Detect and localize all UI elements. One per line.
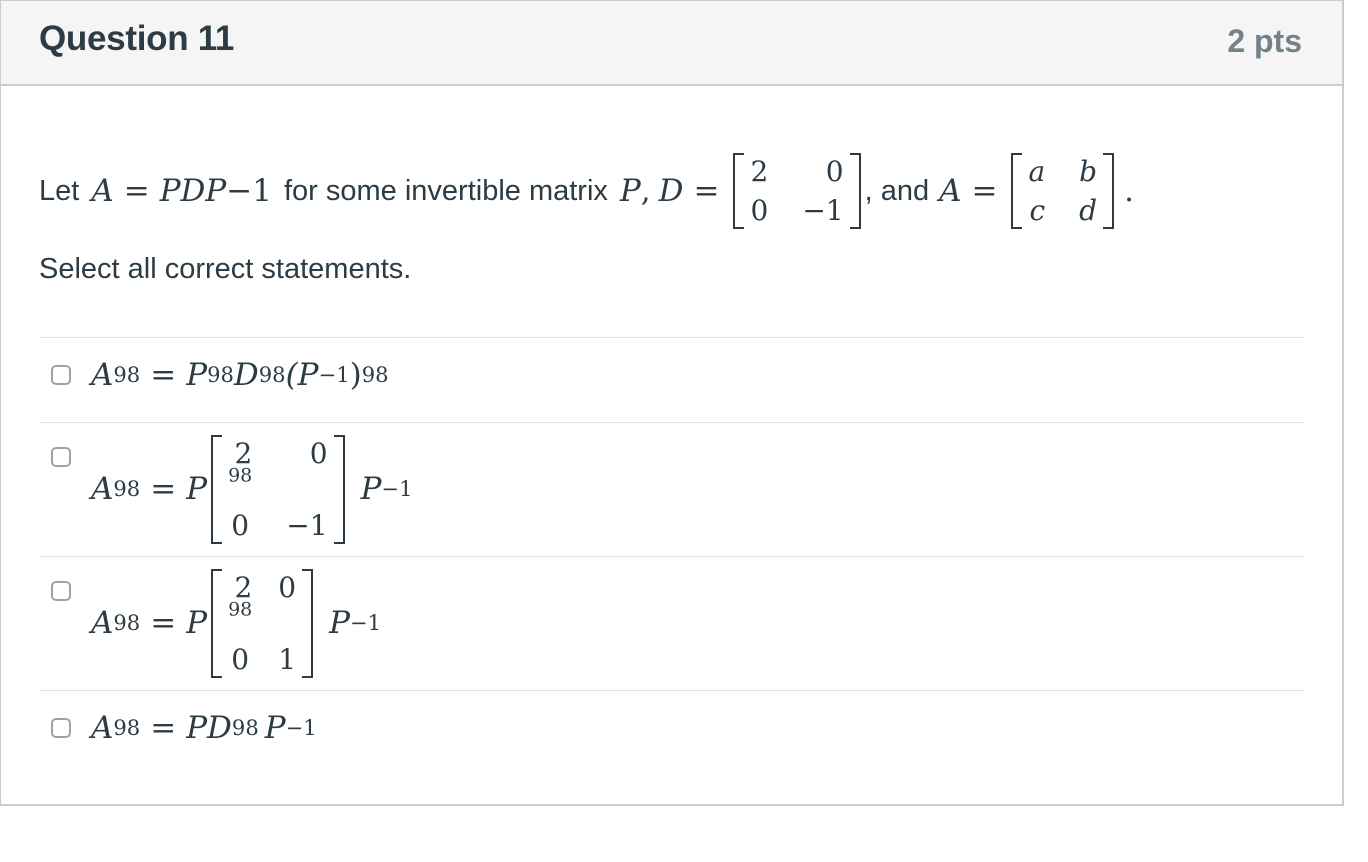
answer-expression: A 98 = P 98 D 98 (P −1) 98 xyxy=(91,357,389,393)
expr-equals: = xyxy=(150,471,177,507)
bracket-right xyxy=(302,568,314,678)
matrix-d-cell: 0 xyxy=(825,155,844,188)
expr-paren-close: ) xyxy=(349,357,362,393)
expr-term: D xyxy=(233,357,259,393)
expr-equals: = xyxy=(150,710,177,746)
matrix-cell: 0 xyxy=(278,570,297,604)
matrix-cell: 2 98 xyxy=(228,570,253,621)
matrix-cell: −1 xyxy=(286,508,328,542)
expr-term: P xyxy=(186,605,208,641)
expr-term: P xyxy=(186,471,208,507)
bracket-right xyxy=(1103,153,1115,229)
bracket-left xyxy=(733,153,745,229)
matrix-d-cell: −1 xyxy=(802,194,844,227)
question-stem: Let A = PDP −1 for some invertible matrix… xyxy=(39,153,1134,229)
stem-var-a2: A xyxy=(939,173,962,209)
expr-equals: = xyxy=(150,357,177,393)
question-title: Question 11 xyxy=(39,19,235,58)
answer-option-2[interactable]: A 98 = P 2 98 0 0 −1 P −1 xyxy=(39,422,1305,556)
stem-comma: , xyxy=(640,173,651,209)
expr-term: P xyxy=(360,471,382,507)
answer-list: A 98 = P 98 D 98 (P −1) 98 A 98 = P 2 98 0 0 xyxy=(39,337,1305,775)
expr-lhs: A xyxy=(91,471,114,507)
answer-checkbox[interactable] xyxy=(51,581,71,601)
matrix-a-cell: d xyxy=(1079,194,1098,227)
expr-lhs: A xyxy=(91,710,114,746)
expr-term: (P xyxy=(285,357,319,393)
matrix-cell: 0 xyxy=(309,436,328,470)
stem-var-d: D xyxy=(658,173,684,209)
answer-option-3[interactable]: A 98 = P 2 98 0 0 1 P −1 xyxy=(39,556,1305,690)
stem-and: , and xyxy=(864,174,930,207)
bracket-left xyxy=(211,434,223,544)
stem-var-p: P xyxy=(619,173,641,209)
answer-matrix: 2 98 0 0 1 xyxy=(211,568,314,678)
bracket-right xyxy=(849,153,861,229)
answer-expression: A 98 = P 2 98 0 0 1 P −1 xyxy=(91,568,382,678)
expr-lhs: A xyxy=(91,357,114,393)
question-header: Question 11 2 pts xyxy=(1,1,1342,86)
bracket-right xyxy=(333,434,345,544)
stem-equals-d: = xyxy=(693,173,720,209)
expr-term: P xyxy=(329,605,350,641)
expr-term: P xyxy=(264,710,286,746)
matrix-a-cell: b xyxy=(1079,155,1098,188)
answer-checkbox[interactable] xyxy=(51,447,71,467)
stem-period: . xyxy=(1124,173,1134,209)
answer-checkbox[interactable] xyxy=(51,718,71,738)
matrix-cell: 0 xyxy=(231,642,250,676)
answer-expression: A 98 = P 2 98 0 0 −1 P −1 xyxy=(91,434,413,544)
matrix-cell: 2 98 xyxy=(228,436,253,487)
answer-option-1[interactable]: A 98 = P 98 D 98 (P −1) 98 xyxy=(39,337,1305,422)
bracket-left xyxy=(211,568,223,678)
matrix-a-cell: a xyxy=(1028,155,1046,188)
matrix-a-cell: c xyxy=(1029,194,1046,227)
stem-var-a: A xyxy=(91,173,114,209)
instruction-text: Select all correct statements. xyxy=(39,253,412,285)
expr-equals: = xyxy=(150,605,177,641)
matrix-d: 2 0 0 −1 xyxy=(733,153,861,229)
expr-term: PD xyxy=(186,710,232,746)
question-points: 2 pts xyxy=(1227,23,1302,59)
expr-term: P xyxy=(186,357,208,393)
matrix-d-cell: 0 xyxy=(750,194,769,227)
stem-for-some: for some invertible matrix xyxy=(283,174,608,207)
bracket-left xyxy=(1011,153,1023,229)
answer-option-4[interactable]: A 98 = PD 98 P −1 xyxy=(39,690,1305,775)
matrix-d-cell: 2 xyxy=(750,155,769,188)
stem-equals: = xyxy=(123,173,150,209)
stem-pdp: PDP xyxy=(159,173,227,209)
expr-lhs: A xyxy=(91,605,114,641)
stem-equals-a: = xyxy=(971,173,998,209)
question-card: Question 11 2 pts Let A = PDP −1 for some… xyxy=(0,0,1344,806)
stem-let: Let xyxy=(39,174,80,207)
matrix-cell: 0 xyxy=(231,508,250,542)
matrix-a: a b c d xyxy=(1011,153,1115,229)
answer-checkbox[interactable] xyxy=(51,365,71,385)
matrix-cell: 1 xyxy=(278,642,297,676)
answer-expression: A 98 = PD 98 P −1 xyxy=(91,710,317,746)
answer-matrix: 2 98 0 0 −1 xyxy=(211,434,345,544)
